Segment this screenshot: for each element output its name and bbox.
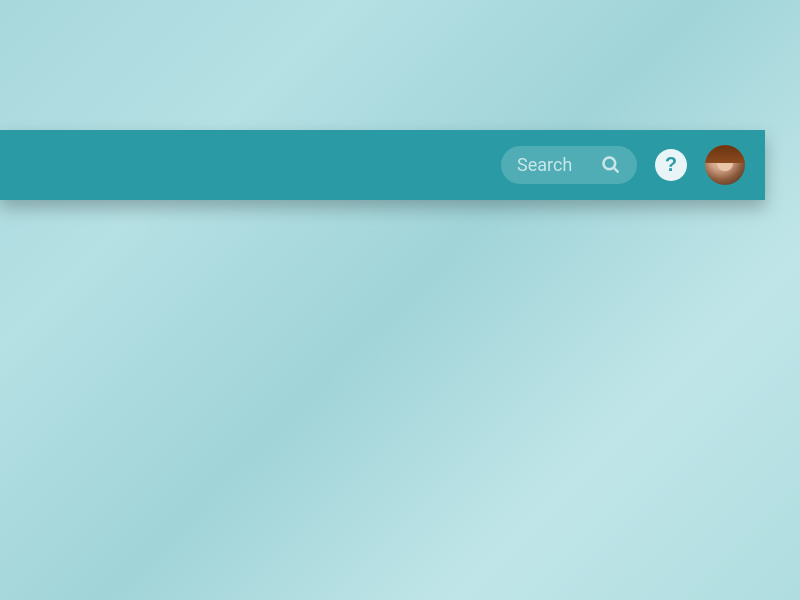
search-icon[interactable] (601, 155, 621, 175)
search-container[interactable] (501, 146, 637, 184)
help-button[interactable]: ? (655, 149, 687, 181)
user-avatar[interactable] (705, 145, 745, 185)
search-input[interactable] (517, 155, 587, 176)
top-toolbar: ? (0, 130, 765, 200)
help-icon: ? (665, 154, 677, 177)
